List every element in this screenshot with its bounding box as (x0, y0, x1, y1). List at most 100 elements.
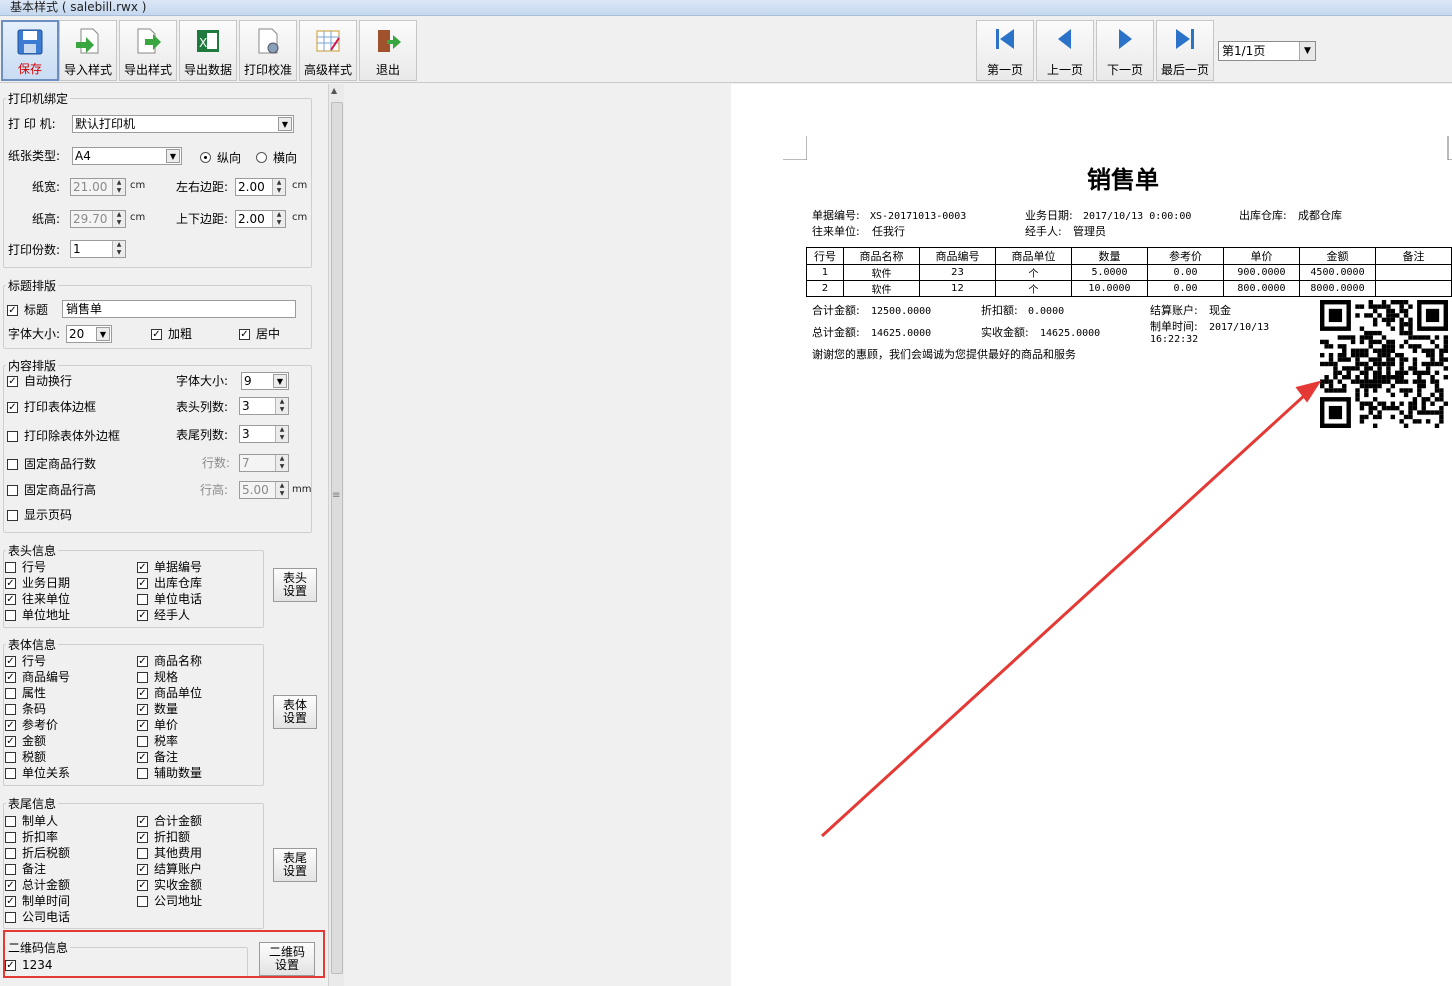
paper-width-spinner[interactable]: 21.00 ▲ ▼ (70, 178, 126, 196)
spinner-arrows-icon[interactable]: ▲ ▼ (112, 241, 125, 257)
paper-type-value: A4 (75, 149, 91, 163)
spinner-arrows-icon[interactable]: ▲ ▼ (275, 455, 288, 471)
landscape-radio[interactable]: 横向 (256, 149, 297, 166)
last-page-button[interactable]: 最后一页 (1156, 20, 1214, 81)
fixed-height-checkbox[interactable]: 固定商品行高 (7, 483, 96, 497)
body-settings-button[interactable]: 表体 设置 (273, 695, 317, 729)
export-data-button[interactable]: X 导出数据 (179, 20, 237, 81)
show-page-checkbox[interactable]: 显示页码 (7, 508, 72, 522)
title-input[interactable]: 销售单 (62, 300, 296, 318)
option-checkbox[interactable]: 行号 (5, 560, 46, 574)
save-button[interactable]: 保存 (1, 20, 59, 81)
option-checkbox[interactable]: ✓ 数量 (137, 702, 178, 716)
option-checkbox[interactable]: ✓ 商品名称 (137, 654, 202, 668)
header-cols-spinner[interactable]: 3 ▲ ▼ (239, 397, 289, 415)
option-checkbox[interactable]: ✓ 制单时间 (5, 894, 70, 908)
option-checkbox[interactable]: ✓ 金额 (5, 734, 46, 748)
title-checkbox[interactable]: ✓ 标题 (7, 303, 48, 317)
next-page-button[interactable]: 下一页 (1096, 20, 1154, 81)
option-checkbox[interactable]: 税率 (137, 734, 178, 748)
chevron-down-icon[interactable]: ▼ (96, 327, 110, 341)
spinner-arrows-icon[interactable]: ▲ ▼ (272, 211, 285, 227)
spinner-arrows-icon[interactable]: ▲ ▼ (275, 426, 288, 442)
auto-wrap-checkbox[interactable]: ✓ 自动换行 (7, 374, 72, 388)
lr-margin-spinner[interactable]: 2.00 ▲ ▼ (235, 178, 286, 196)
import-style-button[interactable]: 导入样式 (59, 20, 117, 81)
option-checkbox[interactable]: ✓ 行号 (5, 654, 46, 668)
splitter-grip-icon[interactable]: ≡ (332, 490, 340, 501)
option-checkbox[interactable]: ✓ 折扣额 (137, 830, 190, 844)
option-checkbox[interactable]: 公司地址 (137, 894, 202, 908)
title-font-size-select[interactable]: 20 ▼ (66, 325, 112, 343)
chevron-down-icon[interactable]: ▼ (273, 374, 287, 388)
option-checkbox[interactable]: ✓ 备注 (137, 750, 178, 764)
option-checkbox[interactable]: ✓ 业务日期 (5, 576, 70, 590)
scroll-thumb[interactable] (331, 102, 343, 974)
print-border-checkbox[interactable]: ✓ 打印表体边框 (7, 400, 96, 414)
option-checkbox[interactable]: ✓ 单据编号 (137, 560, 202, 574)
bold-checkbox[interactable]: ✓ 加粗 (151, 327, 192, 341)
option-checkbox[interactable]: 单位电话 (137, 592, 202, 606)
chevron-down-icon[interactable]: ▼ (166, 149, 180, 163)
portrait-radio[interactable]: 纵向 (200, 149, 241, 166)
option-checkbox[interactable]: 折扣率 (5, 830, 58, 844)
option-checkbox[interactable]: 属性 (5, 686, 46, 700)
page-select[interactable]: 第1/1页 ▼ (1218, 41, 1316, 61)
paper-type-select[interactable]: A4 ▼ (72, 147, 182, 165)
option-checkbox[interactable]: 条码 (5, 702, 46, 716)
chevron-down-icon[interactable]: ▼ (278, 117, 292, 131)
scroll-up-icon[interactable]: ▲ (331, 86, 337, 95)
option-checkbox[interactable]: ✓ 商品单位 (137, 686, 202, 700)
export-style-button[interactable]: 导出样式 (119, 20, 177, 81)
first-page-button[interactable]: 第一页 (976, 20, 1034, 81)
spinner-arrows-icon[interactable]: ▲ ▼ (272, 179, 285, 195)
option-checkbox[interactable]: ✓ 总计金额 (5, 878, 70, 892)
option-checkbox[interactable]: ✓ 单价 (137, 718, 178, 732)
option-checkbox[interactable]: ✓ 出库仓库 (137, 576, 202, 590)
exit-button[interactable]: 退出 (359, 20, 417, 81)
option-checkbox[interactable]: ✓ 参考价 (5, 718, 58, 732)
option-checkbox[interactable]: 规格 (137, 670, 178, 684)
tb-margin-spinner[interactable]: 2.00 ▲ ▼ (235, 210, 286, 228)
option-checkbox[interactable]: 其他费用 (137, 846, 202, 860)
option-checkbox[interactable]: 制单人 (5, 814, 58, 828)
option-checkbox[interactable]: ✓ 实收金额 (137, 878, 202, 892)
spinner-arrows-icon[interactable]: ▲ ▼ (275, 482, 288, 498)
print-no-outer-checkbox[interactable]: 打印除表体外边框 (7, 429, 120, 443)
paper-height-spinner[interactable]: 29.70 ▲ ▼ (70, 210, 126, 228)
option-checkbox[interactable]: ✓ 往来单位 (5, 592, 70, 606)
checkbox-check-icon: ✓ (137, 609, 148, 621)
footer-cols-spinner[interactable]: 3 ▲ ▼ (239, 425, 289, 443)
prev-page-button[interactable]: 上一页 (1036, 20, 1094, 81)
table-header-row: 行号 商品名称 商品编号 商品单位 数量 参考价 单价 金额 备注 (806, 247, 1452, 265)
rows-spinner[interactable]: 7 ▲ ▼ (239, 454, 289, 472)
spinner-arrows-icon[interactable]: ▲ ▼ (275, 398, 288, 414)
chevron-down-icon[interactable]: ▼ (1299, 42, 1315, 60)
option-checkbox[interactable]: 公司电话 (5, 910, 70, 924)
copies-spinner[interactable]: 1 ▲ ▼ (70, 240, 126, 258)
option-checkbox[interactable]: ✓ 合计金额 (137, 814, 202, 828)
row-height-spinner[interactable]: 5.00 ▲ ▼ (239, 481, 289, 499)
option-checkbox[interactable]: 单位地址 (5, 608, 70, 622)
option-checkbox[interactable]: 辅助数量 (137, 766, 202, 780)
option-checkbox[interactable]: 单位关系 (5, 766, 70, 780)
content-font-size-select[interactable]: 9 ▼ (241, 372, 289, 390)
option-checkbox[interactable]: ✓ 经手人 (137, 608, 190, 622)
print-calibrate-button[interactable]: 打印校准 (239, 20, 297, 81)
option-checkbox[interactable]: ✓ 商品编号 (5, 670, 70, 684)
spinner-arrows-icon[interactable]: ▲ ▼ (112, 211, 125, 227)
advanced-style-button[interactable]: 高级样式 (299, 20, 357, 81)
left-margin-corner-icon (783, 136, 807, 160)
header-settings-button[interactable]: 表头 设置 (273, 568, 317, 602)
option-checkbox[interactable]: 税额 (5, 750, 46, 764)
option-checkbox[interactable]: ✓ 结算账户 (137, 862, 202, 876)
discount-value: 0.0000 (1028, 306, 1065, 317)
spinner-arrows-icon[interactable]: ▲ ▼ (112, 179, 125, 195)
printer-select[interactable]: 默认打印机 ▼ (72, 115, 294, 133)
footer-settings-button[interactable]: 表尾 设置 (273, 848, 317, 882)
panel-scrollbar[interactable]: ▲ ≡ (328, 84, 344, 986)
center-checkbox[interactable]: ✓ 居中 (239, 327, 280, 341)
option-checkbox[interactable]: 备注 (5, 862, 46, 876)
option-checkbox[interactable]: 折后税额 (5, 846, 70, 860)
fixed-rows-checkbox[interactable]: 固定商品行数 (7, 457, 96, 471)
